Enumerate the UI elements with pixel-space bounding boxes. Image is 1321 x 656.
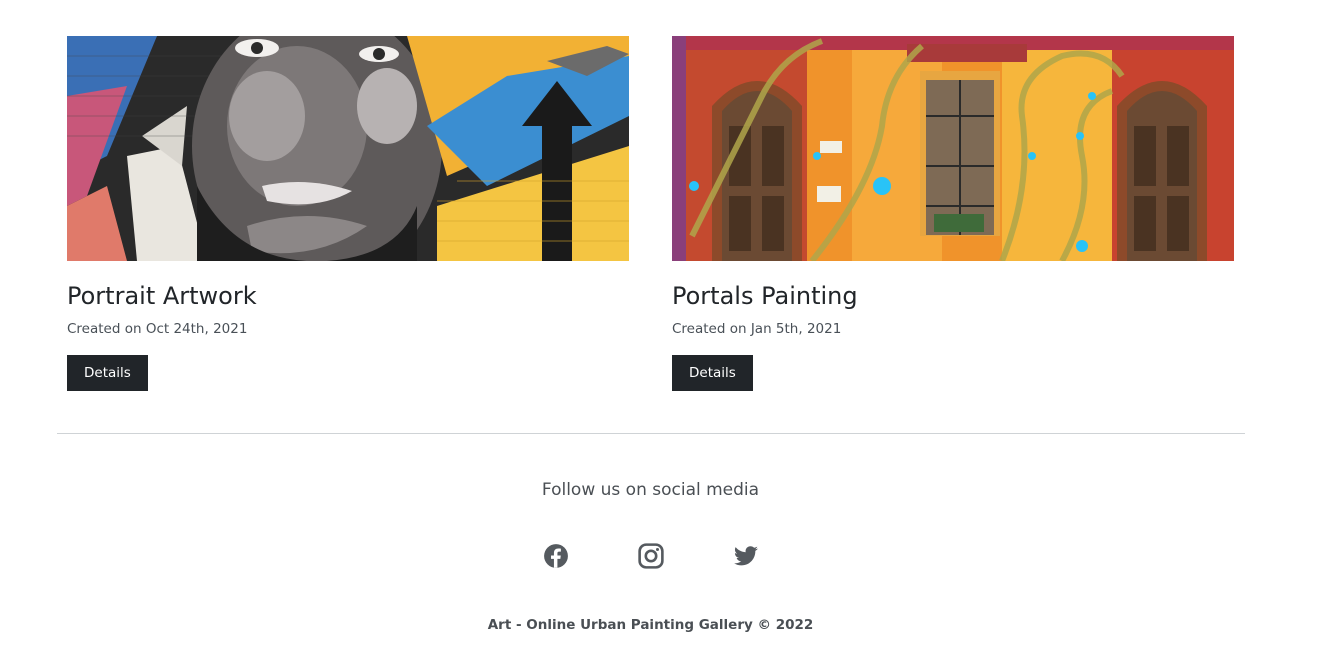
- portals-painting-image[interactable]: [672, 36, 1234, 261]
- follow-heading: Follow us on social media: [541, 480, 760, 500]
- instagram-icon[interactable]: [638, 543, 664, 569]
- card-title: Portals Painting: [672, 282, 858, 310]
- section-divider: [57, 433, 1245, 434]
- details-button[interactable]: Details: [672, 355, 753, 391]
- card-date: Created on Oct 24th, 2021: [67, 321, 248, 337]
- facebook-icon[interactable]: [543, 543, 569, 569]
- details-button[interactable]: Details: [67, 355, 148, 391]
- portrait-artwork-image[interactable]: [67, 36, 629, 261]
- copyright-text: Art - Online Urban Painting Gallery © 20…: [487, 617, 814, 633]
- twitter-icon[interactable]: [733, 543, 759, 569]
- card-title: Portrait Artwork: [67, 282, 257, 310]
- card-date: Created on Jan 5th, 2021: [672, 321, 842, 337]
- gallery-card: Portrait Artwork Created on Oct 24th, 20…: [67, 36, 629, 391]
- gallery-card: Portals Painting Created on Jan 5th, 202…: [672, 36, 1234, 391]
